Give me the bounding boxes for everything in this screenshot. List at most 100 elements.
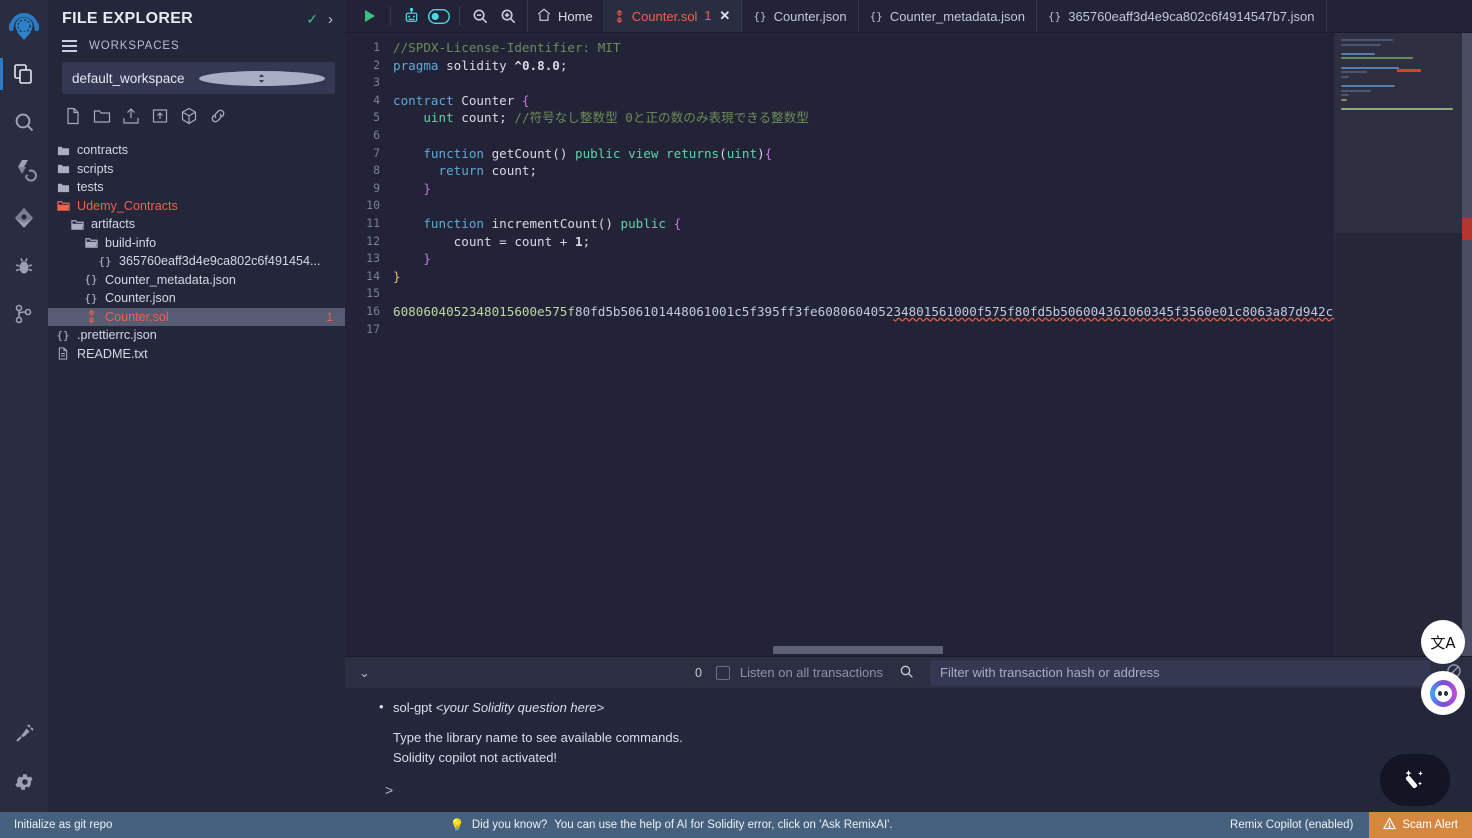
sidebar-item-file-explorer[interactable] bbox=[0, 50, 48, 98]
zoom-out-button[interactable] bbox=[467, 3, 493, 29]
tab-label: Counter_metadata.json bbox=[889, 8, 1025, 24]
tree-item-contracts[interactable]: contracts bbox=[48, 141, 345, 160]
editor-minimap[interactable] bbox=[1334, 33, 1472, 656]
sidebar-item-solidity-compiler[interactable] bbox=[0, 146, 48, 194]
workspace-menu-button[interactable] bbox=[62, 40, 77, 52]
chevron-right-icon[interactable]: › bbox=[328, 11, 333, 28]
line-number: 12 bbox=[366, 233, 380, 248]
line-number: 10 bbox=[366, 198, 380, 213]
listen-on-all-transactions-checkbox[interactable] bbox=[715, 665, 730, 680]
home-tab[interactable]: Home bbox=[528, 0, 603, 32]
lightbulb-icon: 💡 bbox=[449, 818, 465, 832]
json-icon: {} bbox=[84, 273, 98, 287]
tree-item-label: Counter.sol bbox=[105, 309, 169, 324]
folder-icon bbox=[54, 144, 72, 157]
warning-triangle-icon bbox=[1383, 817, 1397, 833]
zoom-in-button[interactable] bbox=[495, 3, 521, 29]
code-surface[interactable]: 1 2 3 4 5 6 7 8 9 10 11 12 13 14 15 16 17 //SPDX-License… bbox=[345, 33, 1334, 656]
tree-item-label: scripts bbox=[77, 161, 114, 176]
workspace-select[interactable]: default_workspace bbox=[62, 62, 335, 94]
translate-icon: 文A bbox=[1430, 633, 1456, 652]
toolbar-divider-2 bbox=[459, 6, 460, 26]
initialize-git-repo-button[interactable]: Initialize as git repo bbox=[0, 819, 112, 831]
upload-icon[interactable] bbox=[122, 107, 140, 130]
tree-item-label: Udemy_Contracts bbox=[77, 198, 178, 213]
tree-item-artifacts[interactable]: artifacts bbox=[48, 215, 345, 234]
code-line: } bbox=[393, 268, 401, 284]
tree-item-tests[interactable]: tests bbox=[48, 178, 345, 197]
cube-icon[interactable] bbox=[180, 107, 198, 130]
search-icon[interactable] bbox=[893, 664, 920, 682]
tree-item-udemy-contracts[interactable]: Udemy_Contracts bbox=[48, 197, 345, 216]
code-editor[interactable]: 1 2 3 4 5 6 7 8 9 10 11 12 13 14 15 16 17 //SPDX-License… bbox=[345, 33, 1472, 656]
code-content[interactable]: //SPDX-License-Identifier: MIT pragma sol… bbox=[393, 39, 1334, 338]
code-line: count = count + 1; bbox=[393, 233, 591, 249]
json-icon: {} bbox=[84, 291, 98, 305]
text-file-icon bbox=[54, 347, 72, 360]
tree-item--prettierrc-json[interactable]: {} .prettierrc.json bbox=[48, 326, 345, 345]
tree-item-build-info[interactable]: build-info bbox=[48, 234, 345, 253]
sidebar-item-plugin-manager[interactable] bbox=[0, 710, 48, 758]
chevron-double-down-icon[interactable]: ⌄ bbox=[355, 665, 372, 681]
folder-open-icon bbox=[54, 199, 72, 212]
upload-folder-icon[interactable] bbox=[151, 107, 169, 130]
ai-toggle-switch[interactable] bbox=[426, 3, 452, 29]
ethereum-diamond-icon bbox=[12, 206, 36, 230]
bug-icon bbox=[12, 254, 36, 278]
sidebar-item-deploy-run[interactable] bbox=[0, 194, 48, 242]
tab-bar: Home Counter.sol 1 ✕{} Counter.json{} Counte… bbox=[345, 0, 1472, 33]
run-button[interactable] bbox=[357, 3, 383, 29]
toolbar-divider bbox=[390, 6, 391, 26]
minimap-scrollbar[interactable] bbox=[1462, 33, 1472, 656]
tab-counter-metadata-json[interactable]: {} Counter_metadata.json bbox=[859, 0, 1037, 32]
copilot-status[interactable]: Remix Copilot (enabled) bbox=[1230, 819, 1369, 831]
file-explorer-header: FILE EXPLORER ✓ › bbox=[48, 0, 345, 34]
tab-counter-sol[interactable]: Counter.sol 1 ✕ bbox=[602, 0, 743, 32]
code-line: uint count; //符号なし整数型 0と正の数のみ表現できる整数型 bbox=[423, 110, 809, 126]
new-folder-icon[interactable] bbox=[93, 107, 111, 130]
ai-assistant-button[interactable] bbox=[1421, 671, 1465, 715]
tree-item-counter-metadata-json[interactable]: {} Counter_metadata.json bbox=[48, 271, 345, 290]
tree-item-counter-sol[interactable]: Counter.sol 1 bbox=[48, 307, 345, 326]
transaction-count: 0 bbox=[694, 665, 702, 680]
workspace-selected-value: default_workspace bbox=[72, 70, 185, 86]
line-number: 9 bbox=[373, 180, 380, 195]
listen-label: Listen on all transactions bbox=[739, 665, 883, 680]
code-line: function getCount() public view returns(… bbox=[423, 145, 773, 161]
tab-365760eaff3d4e9ca802c6f4914547b7-json[interactable]: {} 365760eaff3d4e9ca802c6f4914547b7.json bbox=[1037, 0, 1327, 32]
transaction-filter-input[interactable] bbox=[930, 659, 1430, 686]
sidebar-item-debugger[interactable] bbox=[0, 242, 48, 290]
tree-item-365760eaff3d4e9ca802c6f491454-[interactable]: {} 365760eaff3d4e9ca802c6f491454... bbox=[48, 252, 345, 271]
sidebar-item-settings[interactable] bbox=[0, 758, 48, 806]
scam-alert-button[interactable]: Scam Alert bbox=[1369, 812, 1472, 838]
tab-counter-json[interactable]: {} Counter.json bbox=[742, 0, 859, 32]
folder-open-icon bbox=[82, 236, 100, 249]
link-icon[interactable] bbox=[209, 107, 227, 130]
tree-item-scripts[interactable]: scripts bbox=[48, 160, 345, 179]
log-item: sol-gpt <your Solidity question here> bbox=[379, 697, 1472, 718]
tab-close-icon[interactable]: ✕ bbox=[719, 8, 730, 24]
remix-ai-wand-button[interactable] bbox=[1380, 754, 1450, 806]
remix-logo[interactable] bbox=[2, 6, 46, 50]
tree-item-readme-txt[interactable]: README.txt bbox=[48, 345, 345, 364]
home-label: Home bbox=[558, 8, 593, 24]
tree-item-label: tests bbox=[77, 180, 104, 195]
folder-icon bbox=[54, 162, 72, 175]
tree-item-label: artifacts bbox=[91, 217, 136, 232]
tab-error-count: 1 bbox=[704, 9, 712, 23]
tree-item-counter-json[interactable]: {} Counter.json bbox=[48, 289, 345, 308]
checkmark-icon[interactable]: ✓ bbox=[306, 11, 318, 28]
editor-horizontal-scrollbar[interactable] bbox=[393, 644, 1334, 656]
translate-button[interactable]: 文A bbox=[1421, 620, 1465, 664]
file-tabs: Counter.sol 1 ✕ {} Counter.json {} Counter_met… bbox=[602, 0, 1327, 32]
line-number: 13 bbox=[366, 251, 380, 266]
terminal-prompt[interactable]: > bbox=[379, 768, 1472, 798]
new-file-icon[interactable] bbox=[64, 107, 82, 130]
remix-ai-robot-button[interactable] bbox=[398, 3, 424, 29]
log-line-2: Solidity copilot not activated! bbox=[393, 750, 558, 765]
workspaces-row: WORKSPACES bbox=[48, 34, 345, 56]
sidebar-item-search[interactable] bbox=[0, 98, 48, 146]
plug-icon bbox=[12, 722, 36, 746]
sidebar-item-git[interactable] bbox=[0, 290, 48, 338]
